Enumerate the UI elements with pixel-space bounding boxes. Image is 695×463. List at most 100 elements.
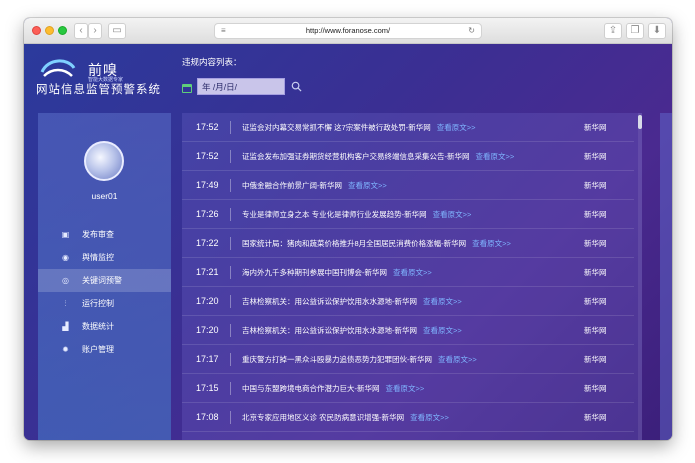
sidebar-item-monitor[interactable]: ◉ 舆情监控 bbox=[38, 246, 171, 269]
item-source: 新华网 bbox=[584, 326, 607, 335]
sidebar: user01 ▣ 发布审查 ◉ 舆情监控 ◎ 关键词预警 ⫶ 运行控制 ▟ 数据… bbox=[38, 113, 171, 440]
item-time: 17:21 bbox=[196, 267, 219, 277]
share-icon[interactable]: ⇪ bbox=[604, 23, 622, 39]
item-divider bbox=[230, 382, 231, 395]
url-bar[interactable]: ≡ http://www.foranose.com/ ↻ bbox=[214, 23, 482, 39]
logo-icon bbox=[40, 59, 76, 77]
control-sliders-icon: ⫶ bbox=[64, 299, 67, 308]
item-title: 证监会对内幕交易常抓不懈 这7宗案件被行政处罚-新华网 查看原文>> bbox=[242, 113, 476, 142]
item-title-text[interactable]: 证监会对内幕交易常抓不懈 这7宗案件被行政处罚-新华网 bbox=[242, 123, 431, 132]
item-title-text[interactable]: 证监会发布加强证券期货经营机构客户交易终端信息采集公告-新华网 bbox=[242, 152, 470, 161]
item-title: 国家统计局：猪肉和蔬菜价格推升8月全国居民消费价格涨幅-新华网 查看原文>> bbox=[242, 229, 511, 258]
forward-icon[interactable]: › bbox=[88, 23, 102, 39]
search-icon[interactable] bbox=[291, 81, 302, 92]
sidebar-item-label: 数据统计 bbox=[82, 322, 114, 331]
item-divider bbox=[230, 266, 231, 279]
sidebar-item-label: 舆情监控 bbox=[82, 253, 114, 262]
sidebar-item-label: 账户管理 bbox=[82, 345, 114, 354]
list-item: 17:22 国家统计局：猪肉和蔬菜价格推升8月全国居民消费价格涨幅-新华网 查看原… bbox=[182, 229, 634, 258]
list-heading: 违规内容列表： bbox=[182, 57, 242, 67]
list-item: 17:17 重庆警方打掉一黑众斗殴暴力追债恶势力犯罪团伙-新华网 查看原文>> 新… bbox=[182, 345, 634, 374]
item-title: 吉林检察机关：用公益诉讼保护饮用水水源地-新华网 查看原文>> bbox=[242, 287, 462, 316]
item-title: 北京专家应用地区义诊 农民防病意识增强-新华网 查看原文>> bbox=[242, 403, 449, 432]
view-original-link[interactable]: 查看原文>> bbox=[438, 355, 477, 364]
sidebar-item-keyword-alert[interactable]: ◎ 关键词预警 bbox=[38, 269, 171, 292]
item-divider bbox=[230, 150, 231, 163]
reload-icon[interactable]: ↻ bbox=[468, 24, 475, 38]
item-source: 新华网 bbox=[584, 181, 607, 190]
item-title: 中俄金融合作前景广阔-新华网 查看原文>> bbox=[242, 171, 387, 200]
close-window-button[interactable] bbox=[32, 26, 41, 35]
list-item: 17:52 证监会对内幕交易常抓不懈 这7宗案件被行政处罚-新华网 查看原文>> … bbox=[182, 113, 634, 142]
back-icon[interactable]: ‹ bbox=[74, 23, 88, 39]
view-original-link[interactable]: 查看原文>> bbox=[472, 239, 511, 248]
item-divider bbox=[230, 208, 231, 221]
tabs-icon[interactable]: ❐ bbox=[626, 23, 644, 39]
item-source: 新华网 bbox=[584, 297, 607, 306]
scrollbar-thumb[interactable] bbox=[638, 115, 642, 129]
view-original-link[interactable]: 查看原文>> bbox=[423, 297, 462, 306]
item-title-text[interactable]: 重庆警方打掉一黑众斗殴暴力追债恶势力犯罪团伙-新华网 bbox=[242, 355, 432, 364]
item-time: 17:20 bbox=[196, 325, 219, 335]
sidebar-nav: ▣ 发布审查 ◉ 舆情监控 ◎ 关键词预警 ⫶ 运行控制 ▟ 数据统计 ✹ 账户… bbox=[38, 223, 171, 361]
sidebar-item-label: 发布审查 bbox=[82, 230, 114, 239]
reader-icon[interactable]: ≡ bbox=[221, 24, 226, 38]
item-title: 证监会发布加强证券期货经营机构客户交易终端信息采集公告-新华网 查看原文>> bbox=[242, 142, 514, 171]
sidebar-item-label: 关键词预警 bbox=[82, 276, 122, 285]
review-icon: ▣ bbox=[61, 230, 70, 239]
violation-list: 17:52 证监会对内幕交易常抓不懈 这7宗案件被行政处罚-新华网 查看原文>> … bbox=[182, 113, 642, 440]
monitor-icon: ◉ bbox=[62, 253, 69, 262]
item-time: 17:49 bbox=[196, 180, 219, 190]
download-icon[interactable]: ⬇ bbox=[648, 23, 666, 39]
view-original-link[interactable]: 查看原文>> bbox=[410, 413, 449, 422]
item-source: 新华网 bbox=[584, 268, 607, 277]
browser-titlebar: ‹ › ▭ ≡ http://www.foranose.com/ ↻ ⇪ ❐ ⬇ bbox=[24, 18, 672, 44]
item-source: 新华网 bbox=[584, 239, 607, 248]
item-time: 17:15 bbox=[196, 383, 219, 393]
calendar-icon[interactable] bbox=[182, 84, 192, 93]
item-source: 新华网 bbox=[584, 210, 607, 219]
item-time: 17:52 bbox=[196, 122, 219, 132]
view-original-link[interactable]: 查看原文>> bbox=[437, 123, 476, 132]
item-title-text[interactable]: 海内外九千多种期刊参展中国刊博会-新华网 bbox=[242, 268, 387, 277]
list-item: 17:15 中国与东盟跨境电商合作潜力巨大-新华网 查看原文>> 新华网 bbox=[182, 374, 634, 403]
sidebar-item-label: 运行控制 bbox=[82, 299, 114, 308]
list-item: 17:20 吉林检察机关：用公益诉讼保护饮用水水源地-新华网 查看原文>> 新华网 bbox=[182, 287, 634, 316]
item-time: 17:52 bbox=[196, 151, 219, 161]
item-time: 17:22 bbox=[196, 238, 219, 248]
sidebar-item-control[interactable]: ⫶ 运行控制 bbox=[38, 292, 171, 315]
item-title-text[interactable]: 吉林检察机关：用公益诉讼保护饮用水水源地-新华网 bbox=[242, 326, 417, 335]
item-time: 17:20 bbox=[196, 296, 219, 306]
item-divider bbox=[230, 324, 231, 337]
item-title-text[interactable]: 专业是律师立身之本 专业化是律师行业发展趋势-新华网 bbox=[242, 210, 427, 219]
item-title: 海内外九千多种期刊参展中国刊博会-新华网 查看原文>> bbox=[242, 258, 432, 287]
view-original-link[interactable]: 查看原文>> bbox=[423, 326, 462, 335]
username: user01 bbox=[91, 191, 118, 201]
view-original-link[interactable]: 查看原文>> bbox=[348, 181, 387, 190]
sidebar-icon[interactable]: ▭ bbox=[108, 23, 126, 39]
avatar[interactable] bbox=[84, 141, 124, 181]
minimize-window-button[interactable] bbox=[45, 26, 54, 35]
item-title-text[interactable]: 吉林检察机关：用公益诉讼保护饮用水水源地-新华网 bbox=[242, 297, 417, 306]
item-divider bbox=[230, 411, 231, 424]
view-original-link[interactable]: 查看原文>> bbox=[476, 152, 515, 161]
sidebar-item-stats[interactable]: ▟ 数据统计 bbox=[38, 315, 171, 338]
maximize-window-button[interactable] bbox=[58, 26, 67, 35]
sidebar-item-review[interactable]: ▣ 发布审查 bbox=[38, 223, 171, 246]
item-title-text[interactable]: 国家统计局：猪肉和蔬菜价格推升8月全国居民消费价格涨幅-新华网 bbox=[242, 239, 466, 248]
view-original-link[interactable]: 查看原文>> bbox=[433, 210, 472, 219]
item-title-text[interactable]: 北京专家应用地区义诊 农民防病意识增强-新华网 bbox=[242, 413, 404, 422]
item-title-text[interactable]: 中国与东盟跨境电商合作潜力巨大-新华网 bbox=[242, 384, 380, 393]
list-item: 17:52 证监会发布加强证券期货经营机构客户交易终端信息采集公告-新华网 查看原… bbox=[182, 142, 634, 171]
right-panel bbox=[660, 113, 672, 440]
view-original-link[interactable]: 查看原文>> bbox=[393, 268, 432, 277]
view-original-link[interactable]: 查看原文>> bbox=[386, 384, 425, 393]
app-main: 前嗅 智能大数据专家 网站信息监管预警系统 违规内容列表： user01 ▣ 发… bbox=[24, 44, 672, 440]
list-scrollbar[interactable] bbox=[638, 113, 642, 440]
list-item: 17:08 北京专家应用地区义诊 农民防病意识增强-新华网 查看原文>> 新华网 bbox=[182, 403, 634, 432]
item-time: 17:17 bbox=[196, 354, 219, 364]
item-title-text[interactable]: 中俄金融合作前景广阔-新华网 bbox=[242, 181, 342, 190]
sidebar-item-account[interactable]: ✹ 账户管理 bbox=[38, 338, 171, 361]
date-input[interactable] bbox=[197, 78, 285, 95]
list-item: 17:20 吉林检察机关：用公益诉讼保护饮用水水源地-新华网 查看原文>> 新华网 bbox=[182, 316, 634, 345]
